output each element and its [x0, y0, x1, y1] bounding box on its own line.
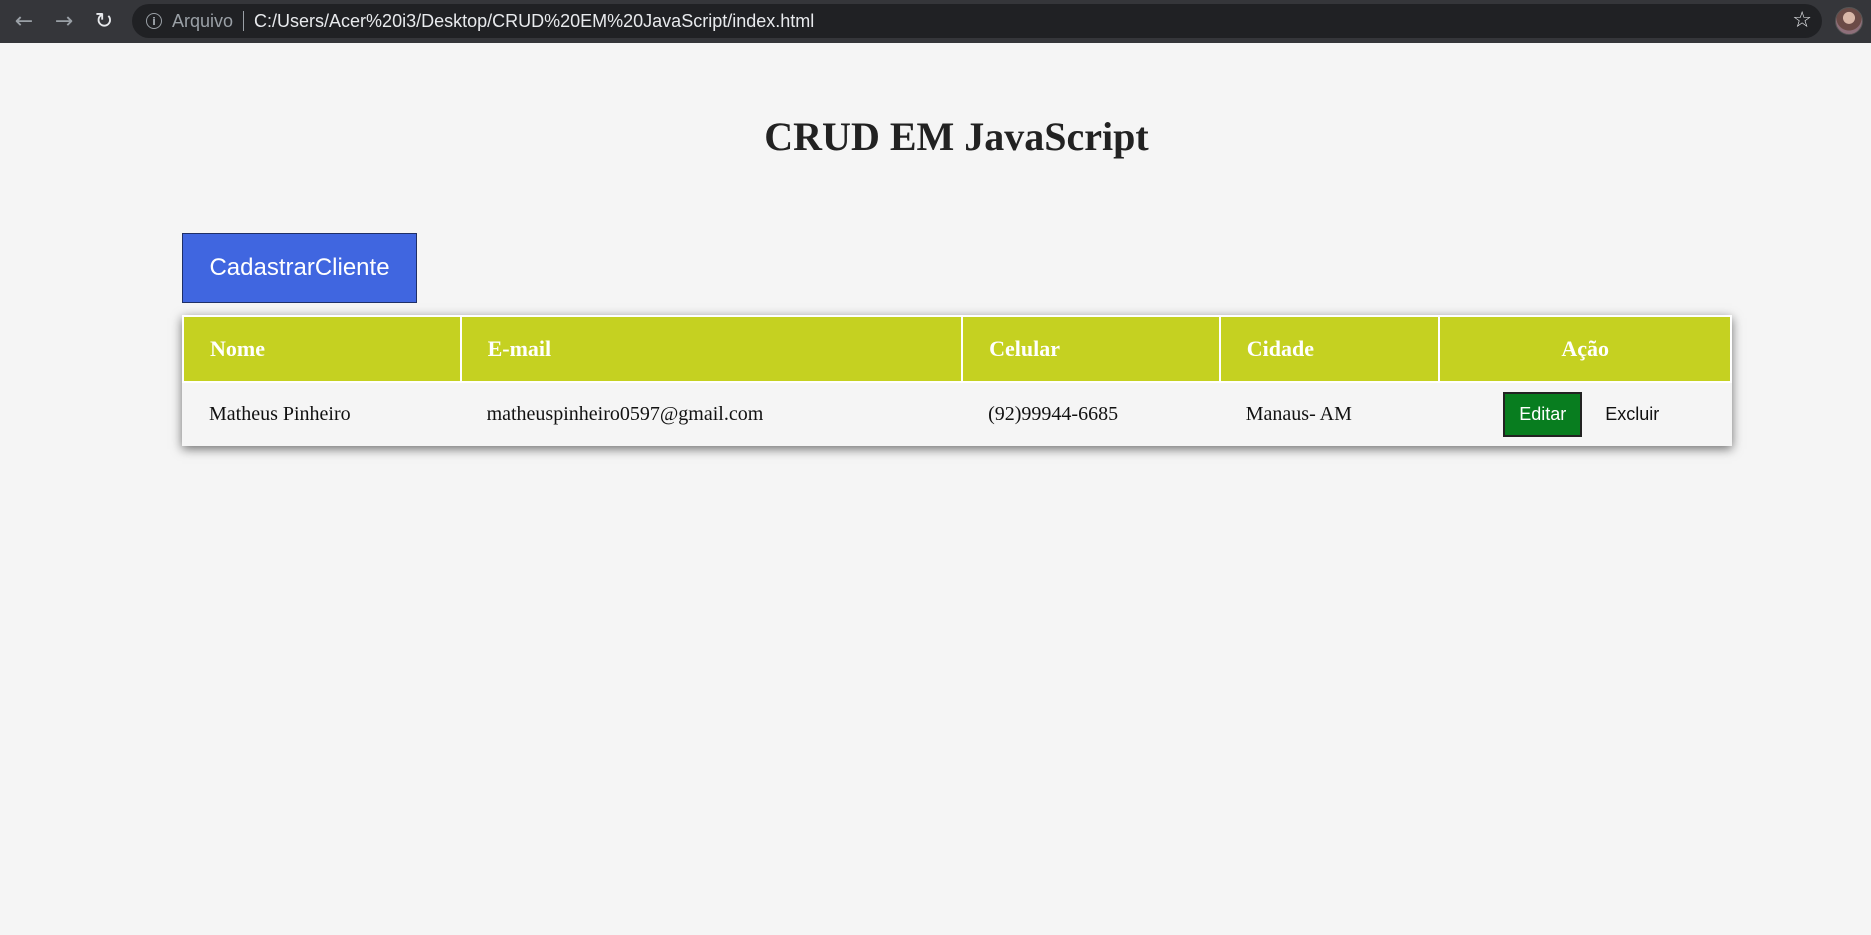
cell-celular: (92)99944-6685 [988, 403, 1119, 425]
header-celular: Celular [961, 315, 1221, 383]
clients-table-container: Nome E-mail Celular Cidade Ação Matheus … [182, 315, 1732, 446]
info-icon[interactable]: i [146, 13, 162, 29]
register-client-button[interactable]: CadastrarCliente [182, 233, 417, 303]
cell-cidade: Manaus- AM [1245, 403, 1352, 425]
cell-nome: Matheus Pinheiro [209, 403, 351, 425]
header-nome: Nome [182, 315, 462, 383]
clients-table: Nome E-mail Celular Cidade Ação Matheus … [182, 315, 1732, 446]
browser-toolbar: ← → ↻ i Arquivo C:/Users/Acer%20i3/Deskt… [0, 0, 1871, 43]
reload-icon[interactable]: ↻ [84, 0, 124, 43]
address-separator [243, 11, 245, 31]
header-acao: Ação [1438, 315, 1732, 383]
back-arrow-icon[interactable]: ← [4, 0, 44, 43]
cell-acao: Editar Excluir [1439, 382, 1731, 446]
star-icon[interactable]: ☆ [1792, 8, 1812, 33]
header-cidade: Cidade [1218, 315, 1441, 383]
address-bar[interactable]: i Arquivo C:/Users/Acer%20i3/Desktop/CRU… [132, 4, 1822, 38]
header-email: E-mail [459, 315, 964, 383]
page-title: CRUD EM JavaScript [764, 114, 1149, 159]
url-text[interactable]: C:/Users/Acer%20i3/Desktop/CRUD%20EM%20J… [254, 11, 814, 32]
forward-arrow-icon[interactable]: → [44, 0, 84, 43]
edit-button[interactable]: Editar [1503, 392, 1583, 437]
profile-avatar[interactable] [1835, 7, 1863, 35]
table-row: Matheus Pinheiro matheuspinheiro0597@gma… [183, 382, 1731, 446]
table-header-row: Nome E-mail Celular Cidade Ação [182, 315, 1732, 383]
cell-email: matheuspinheiro0597@gmail.com [486, 403, 764, 425]
scheme-label: Arquivo [172, 10, 234, 31]
delete-button[interactable]: Excluir [1597, 394, 1667, 435]
